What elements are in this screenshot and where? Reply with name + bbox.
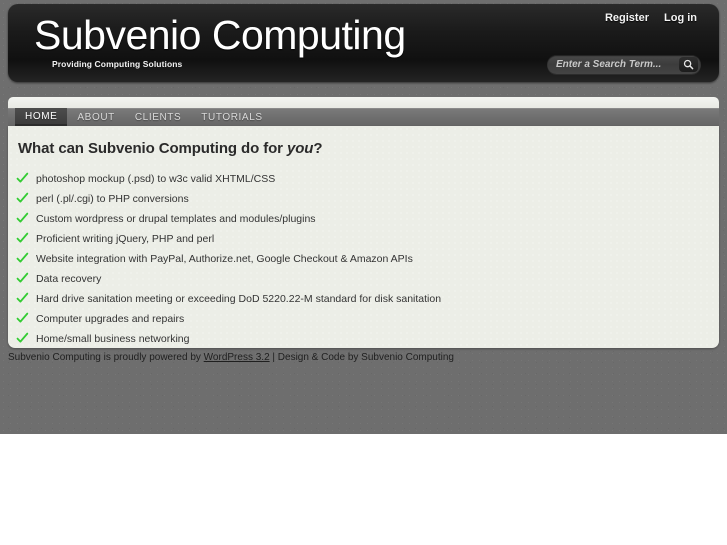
- page-title-prefix: What can Subvenio Computing do for: [18, 140, 287, 157]
- nav-item-clients[interactable]: CLIENTS: [125, 108, 191, 126]
- checkmark-icon: [16, 212, 29, 225]
- list-item: Home/small business networking: [8, 329, 719, 348]
- nav-item-about[interactable]: ABOUT: [67, 108, 124, 126]
- register-link[interactable]: Register: [605, 12, 649, 24]
- footer-credit: Subvenio Computing is proudly powered by…: [8, 352, 719, 363]
- list-item: Computer upgrades and repairs: [8, 309, 719, 329]
- search-form: [547, 55, 701, 74]
- service-label: Hard drive sanitation meeting or exceedi…: [36, 293, 442, 305]
- checkmark-icon: [16, 292, 29, 305]
- service-label: Custom wordpress or drupal templates and…: [36, 213, 316, 225]
- service-label: Computer upgrades and repairs: [36, 313, 185, 325]
- list-item: Website integration with PayPal, Authori…: [8, 249, 719, 269]
- nav-item-tutorials[interactable]: TUTORIALS: [191, 108, 272, 126]
- nav-top-strip: [8, 97, 719, 108]
- search-input[interactable]: [556, 59, 679, 70]
- service-label: photoshop mockup (.psd) to w3c valid XHT…: [36, 173, 276, 185]
- list-item: Custom wordpress or drupal templates and…: [8, 209, 719, 229]
- site-footer: Subvenio Computing is proudly powered by…: [8, 352, 719, 372]
- list-item: photoshop mockup (.psd) to w3c valid XHT…: [8, 169, 719, 189]
- checkmark-icon: [16, 312, 29, 325]
- nav-link-clients[interactable]: CLIENTS: [125, 108, 191, 126]
- checkmark-icon: [16, 332, 29, 345]
- wordpress-link[interactable]: WordPress 3.2: [204, 352, 270, 363]
- account-links: Register Log in: [605, 12, 697, 24]
- list-item: Hard drive sanitation meeting or exceedi…: [8, 289, 719, 309]
- nav-item-home[interactable]: HOME: [15, 108, 68, 126]
- site-header: Subvenio Computing Providing Computing S…: [8, 4, 719, 82]
- checkmark-icon: [16, 252, 29, 265]
- service-label: Data recovery: [36, 273, 102, 285]
- site-tagline: Providing Computing Solutions: [52, 59, 183, 69]
- service-list: photoshop mockup (.psd) to w3c valid XHT…: [8, 169, 719, 348]
- service-label: Home/small business networking: [36, 333, 190, 345]
- checkmark-icon: [16, 192, 29, 205]
- login-link[interactable]: Log in: [664, 12, 697, 24]
- page-title: What can Subvenio Computing do for you?: [8, 126, 719, 157]
- main-navigation: HOME ABOUT CLIENTS TUTORIALS: [8, 108, 719, 126]
- service-label: Website integration with PayPal, Authori…: [36, 253, 413, 265]
- list-item: Data recovery: [8, 269, 719, 289]
- list-item: perl (.pl/.cgi) to PHP conversions: [8, 189, 719, 209]
- nav-list: HOME ABOUT CLIENTS TUTORIALS: [8, 108, 719, 126]
- nav-link-home[interactable]: HOME: [15, 108, 68, 126]
- checkmark-icon: [16, 172, 29, 185]
- nav-link-about[interactable]: ABOUT: [67, 108, 124, 126]
- footer-text-before: Subvenio Computing is proudly powered by: [8, 352, 204, 363]
- checkmark-icon: [16, 232, 29, 245]
- content-area: What can Subvenio Computing do for you? …: [8, 126, 719, 348]
- page-background: Subvenio Computing Providing Computing S…: [0, 0, 727, 434]
- nav-link-tutorials[interactable]: TUTORIALS: [191, 108, 272, 126]
- service-label: perl (.pl/.cgi) to PHP conversions: [36, 193, 189, 205]
- page-title-suffix: ?: [313, 140, 323, 157]
- site-title: Subvenio Computing: [34, 12, 406, 58]
- footer-text-after: | Design & Code by Subvenio Computing: [269, 352, 454, 363]
- list-item: Proficient writing jQuery, PHP and perl: [8, 229, 719, 249]
- service-label: Proficient writing jQuery, PHP and perl: [36, 233, 215, 245]
- search-icon: [683, 59, 694, 70]
- page-title-emphasis: you: [286, 140, 314, 157]
- checkmark-icon: [16, 272, 29, 285]
- search-submit-button[interactable]: [679, 57, 698, 72]
